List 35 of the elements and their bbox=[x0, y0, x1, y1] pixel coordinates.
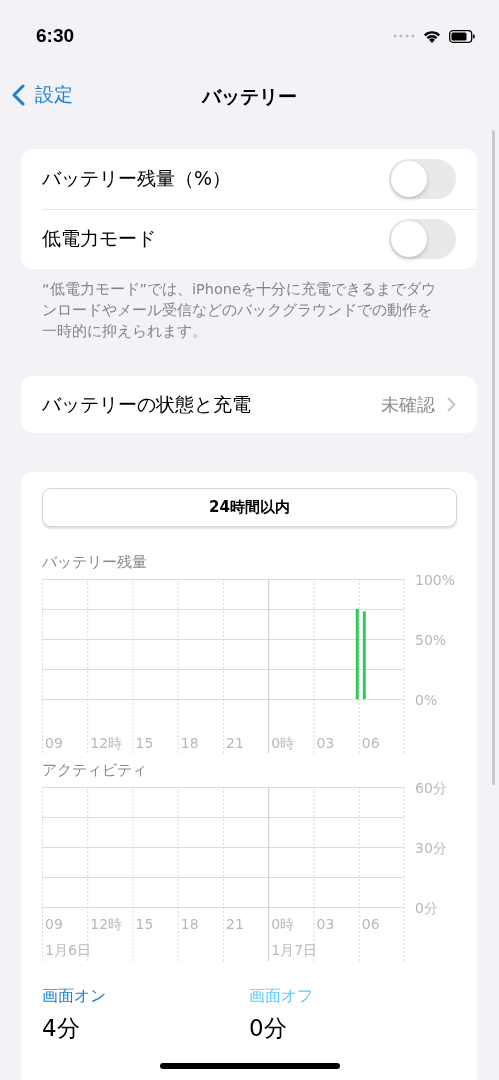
footer-note: “低電力モード”では、iPhoneを十分に充電できるまでダウンロードやメール受信などのバックグラウンドでの動作を一時的に抑えられます。 bbox=[41, 280, 437, 341]
axis-label: 0分 bbox=[415, 900, 438, 916]
axis-label: 30分 bbox=[415, 840, 447, 856]
axis-label: 03 bbox=[316, 735, 335, 751]
stat-label: 画面オフ bbox=[249, 986, 314, 1007]
axis-label: 0時 bbox=[271, 735, 295, 751]
setting-label: バッテリー残量（%） bbox=[42, 166, 232, 191]
stat-value: 4分 bbox=[42, 1014, 81, 1043]
axis-label: 18 bbox=[180, 735, 199, 751]
date-label: 1月6日 bbox=[45, 942, 91, 958]
axis-label: 12時 bbox=[90, 735, 123, 751]
axis-label: 60分 bbox=[415, 780, 447, 796]
axis-label: 100% bbox=[415, 572, 456, 588]
axis-label: 21 bbox=[226, 916, 244, 932]
axis-label: 06 bbox=[361, 916, 380, 932]
axis-label: 06 bbox=[361, 735, 380, 751]
page-title: バッテリー bbox=[202, 84, 297, 109]
axis-label: 15 bbox=[135, 916, 154, 932]
date-label: 1月7日 bbox=[271, 942, 318, 958]
axis-label: 0時 bbox=[271, 916, 295, 932]
axis-label: 0% bbox=[415, 692, 438, 708]
axis-label: 09 bbox=[45, 916, 63, 932]
axis-label: 50% bbox=[415, 632, 447, 648]
axis-label: 21 bbox=[226, 735, 244, 751]
axis-label: 15 bbox=[135, 735, 154, 751]
chart-title: アクティビティ bbox=[42, 761, 148, 779]
axis-label: 18 bbox=[180, 916, 199, 932]
stat-value: 0分 bbox=[249, 1014, 288, 1043]
status-time: 6:30 bbox=[36, 25, 75, 47]
axis-label: 09 bbox=[45, 735, 63, 751]
setting-label: 低電力モード bbox=[42, 226, 156, 251]
axis-label: 12時 bbox=[90, 916, 123, 932]
stat-label: 画面オン bbox=[42, 986, 107, 1007]
chart-title: バッテリー残量 bbox=[42, 553, 148, 571]
axis-label: 03 bbox=[316, 916, 335, 932]
